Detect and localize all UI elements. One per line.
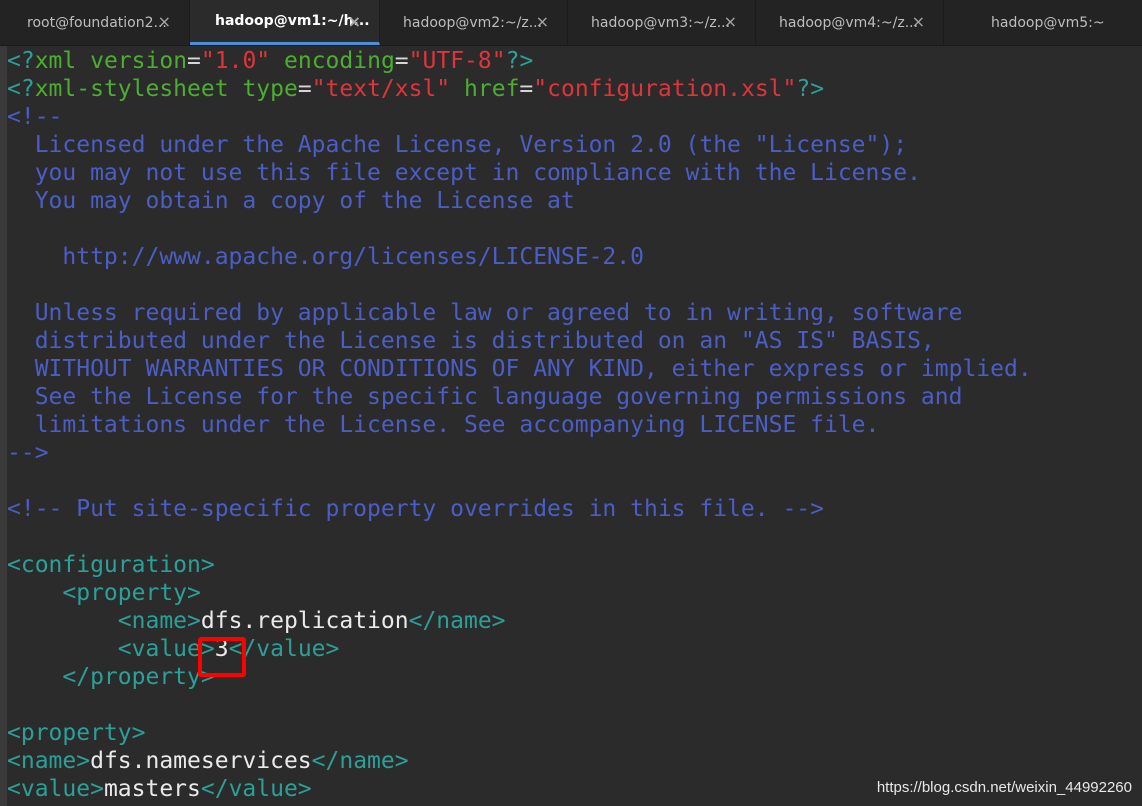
code-line: <?xml version="1.0" encoding="UTF-8"?> — [7, 47, 1142, 75]
code-token: = — [187, 48, 201, 74]
code-token: xml-stylesheet — [34, 76, 229, 102]
code-token: "text/xsl" — [311, 76, 451, 102]
code-token: = — [394, 48, 409, 74]
code-token: </property> — [62, 664, 215, 690]
code-token: version — [90, 48, 188, 74]
window-edge-strip — [0, 46, 7, 806]
code-token: </name> — [408, 608, 506, 634]
terminal-editor-area[interactable]: <?xml version="1.0" encoding="UTF-8"?> <?… — [7, 47, 1142, 806]
code-line: </property> — [7, 663, 1142, 691]
code-line: <?xml-stylesheet type="text/xsl" href="c… — [7, 75, 1142, 103]
tab-root-foundation[interactable]: root@foundation2... × — [0, 0, 190, 45]
code-line: distributed under the License is distrib… — [7, 327, 1142, 355]
highlight-box — [198, 637, 246, 677]
code-token: <!-- Put site-specific property override… — [7, 496, 824, 522]
code-token: type — [242, 76, 298, 102]
tab-label: hadoop@vm3:~/z... — [591, 14, 731, 31]
code-line: <property> — [7, 579, 1142, 607]
tab-hadoop-vm4[interactable]: hadoop@vm4:~/z... × — [756, 0, 944, 45]
code-token: = — [519, 76, 534, 102]
tab-hadoop-vm3[interactable]: hadoop@vm3:~/z... × — [568, 0, 756, 45]
code-token: <value> — [7, 776, 104, 802]
code-token: ?> — [505, 48, 534, 74]
code-line: you may not use this file except in comp… — [7, 159, 1142, 187]
code-token: xml — [34, 48, 77, 74]
code-token: <property> — [7, 720, 146, 746]
code-line: <!-- Put site-specific property override… — [7, 495, 1142, 523]
code-token: <property> — [62, 580, 201, 606]
code-token: </name> — [311, 748, 409, 774]
code-token: "UTF-8" — [408, 48, 506, 74]
code-token: <!-- — [7, 104, 63, 130]
tab-label: root@foundation2... — [27, 14, 167, 31]
code-token: href — [464, 76, 520, 102]
code-line: You may obtain a copy of the License at — [7, 187, 1142, 215]
code-token: <? — [7, 48, 35, 74]
code-token: <? — [7, 76, 35, 102]
code-token: WITHOUT WARRANTIES OR CONDITIONS OF ANY … — [7, 356, 1032, 382]
code-token: --> — [7, 440, 49, 466]
code-line: Licensed under the Apache License, Versi… — [7, 131, 1142, 159]
code-token: "1.0" — [200, 48, 271, 74]
code-line: Unless required by applicable law or agr… — [7, 299, 1142, 327]
code-line: <name>dfs.nameservices</name> — [7, 747, 1142, 775]
tab-label: hadoop@vm4:~/z... — [779, 14, 919, 31]
tab-label: hadoop@vm5:~ — [991, 14, 1105, 31]
code-line: <!-- — [7, 103, 1142, 131]
code-token: See the License for the specific languag… — [7, 384, 963, 410]
code-line: See the License for the specific languag… — [7, 383, 1142, 411]
code-token: </value> — [200, 776, 312, 802]
code-line: limitations under the License. See accom… — [7, 411, 1142, 439]
close-icon[interactable]: × — [912, 13, 925, 31]
code-token: masters — [103, 776, 201, 802]
code-token: distributed under the License is distrib… — [7, 328, 935, 354]
code-token: <configuration> — [7, 552, 215, 578]
code-token: You may obtain a copy of the License at — [7, 188, 575, 214]
tab-label: hadoop@vm1:~/h... — [215, 13, 370, 29]
code-line: http://www.apache.org/licenses/LICENSE-2… — [7, 243, 1142, 271]
code-token: ?> — [796, 76, 825, 102]
code-line: <configuration> — [7, 551, 1142, 579]
watermark-text: https://blog.csdn.net/weixin_44992260 — [876, 779, 1132, 796]
code-token: Licensed under the Apache License, Versi… — [7, 132, 908, 158]
code-line: <value>3</value> — [7, 635, 1142, 663]
close-icon[interactable]: × — [348, 13, 361, 31]
tab-label: hadoop@vm2:~/z... — [403, 14, 543, 31]
code-token: <name> — [117, 608, 201, 634]
code-token: dfs.replication — [200, 608, 409, 634]
code-token: <name> — [7, 748, 91, 774]
code-line: WITHOUT WARRANTIES OR CONDITIONS OF ANY … — [7, 355, 1142, 383]
close-icon[interactable]: × — [536, 13, 549, 31]
close-icon[interactable]: × — [724, 13, 737, 31]
code-token: http://www.apache.org/licenses/LICENSE-2… — [7, 244, 644, 270]
close-icon[interactable]: × — [158, 13, 171, 31]
code-token: you may not use this file except in comp… — [7, 160, 921, 186]
code-token: "configuration.xsl" — [533, 76, 797, 102]
code-token: Unless required by applicable law or agr… — [7, 300, 963, 326]
code-token: limitations under the License. See accom… — [7, 412, 880, 438]
tab-hadoop-vm5[interactable]: hadoop@vm5:~ — [944, 0, 1142, 45]
tab-hadoop-vm2[interactable]: hadoop@vm2:~/z... × — [380, 0, 568, 45]
code-line: <property> — [7, 719, 1142, 747]
terminal-tab-bar: root@foundation2... × hadoop@vm1:~/h... … — [0, 0, 1142, 46]
code-line: <name>dfs.replication</name> — [7, 607, 1142, 635]
code-token: = — [297, 76, 312, 102]
tab-hadoop-vm1[interactable]: hadoop@vm1:~/h... × — [190, 0, 380, 45]
code-token: encoding — [284, 48, 395, 74]
code-line: --> — [7, 439, 1142, 467]
code-token: dfs.nameservices — [90, 748, 312, 774]
